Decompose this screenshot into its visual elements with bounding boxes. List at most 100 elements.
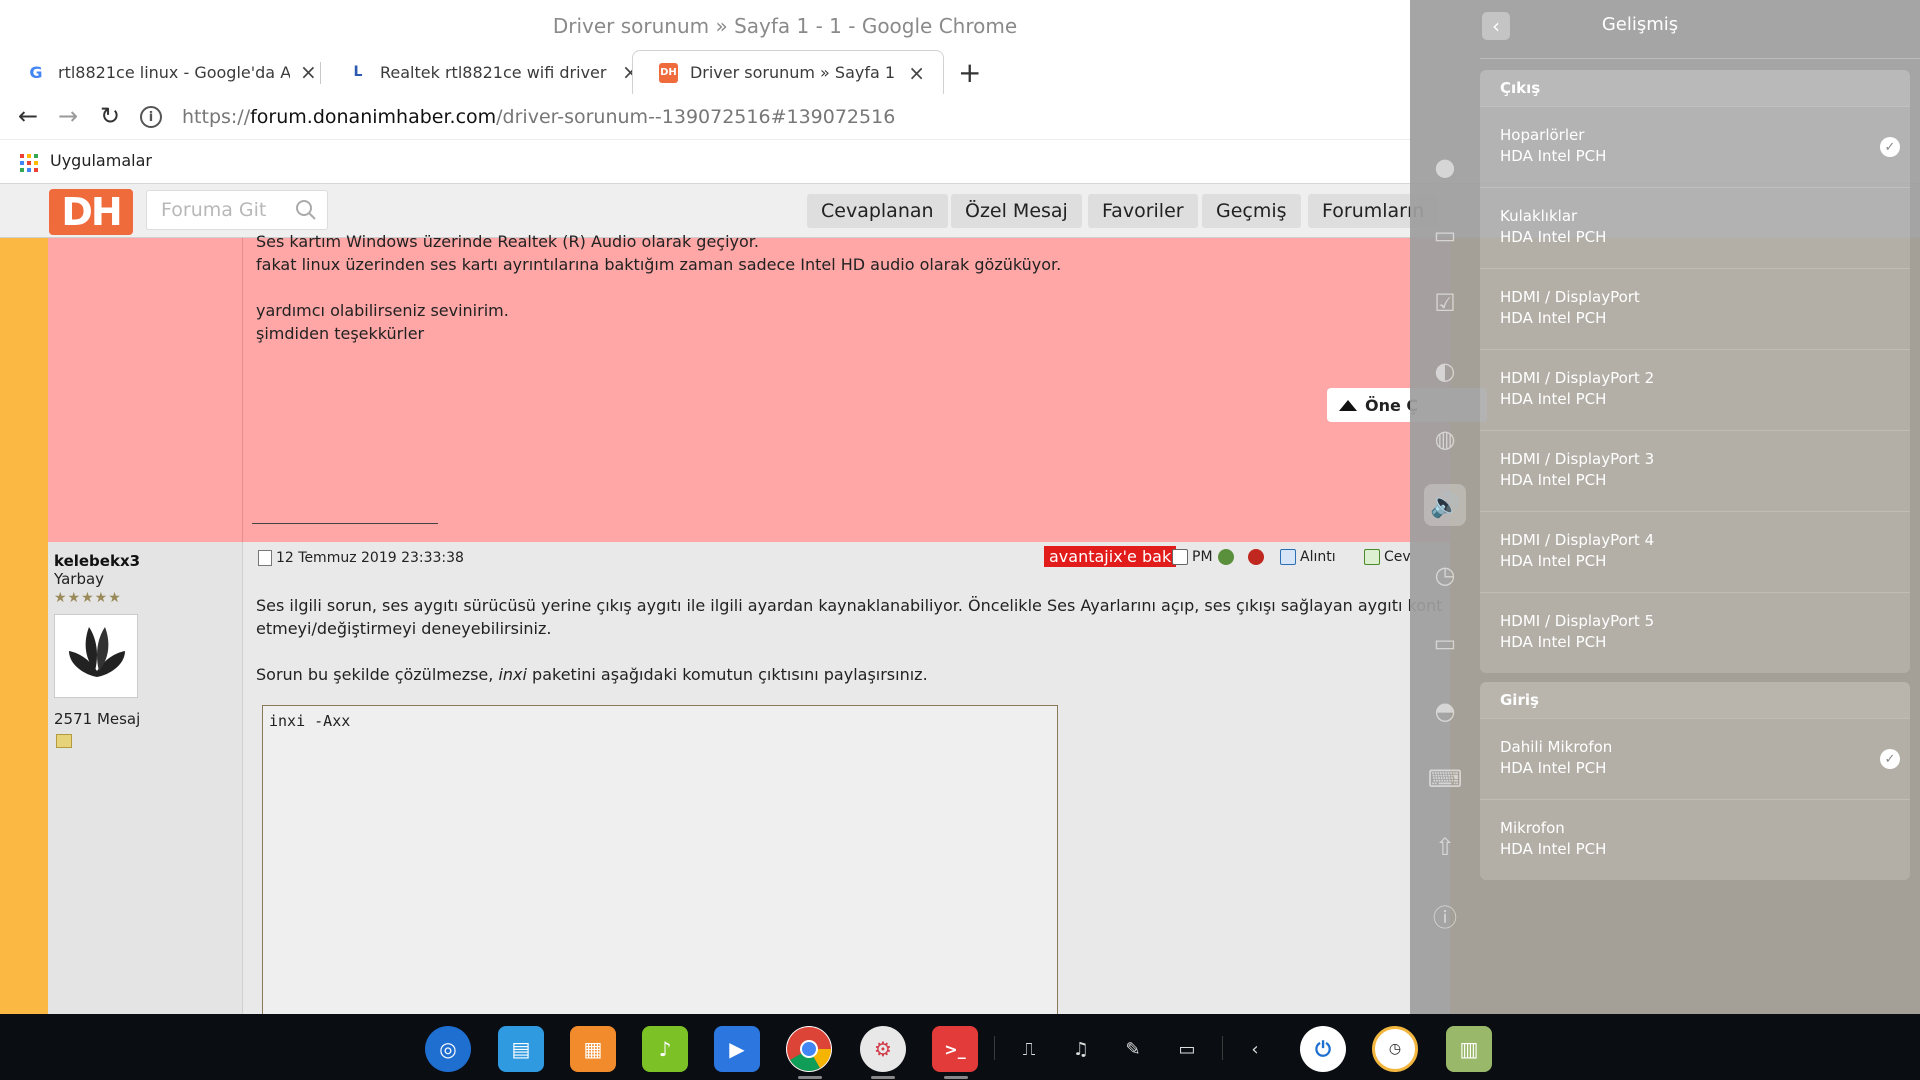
volume-icon[interactable]: ♫ [1066, 1034, 1096, 1064]
code-block[interactable]: inxi -Axx [262, 705, 1058, 1014]
sound-icon[interactable]: 🔊 [1424, 484, 1466, 526]
device-card: HDA Intel PCH [1500, 552, 1607, 570]
terminal-icon[interactable]: >_ [932, 1026, 978, 1072]
device-name: HDMI / DisplayPort [1500, 288, 1640, 306]
avatar[interactable] [54, 614, 138, 698]
close-icon[interactable]: × [908, 61, 925, 85]
collapse-icon[interactable]: ‹ [1240, 1034, 1270, 1064]
author-name[interactable]: kelebekx3 [54, 552, 140, 570]
search-icon[interactable] [295, 199, 317, 221]
default-apps-icon[interactable]: ☑ [1430, 288, 1460, 318]
pm-label: PM [1192, 549, 1213, 565]
sound-settings-panel: ‹ Gelişmiş ● ▭ ☑ ◐ ◍ 🔊 ◷ ▭ ◓ ⌨ ⇧ ⓘ Çıkış… [1410, 0, 1920, 1014]
network-icon[interactable]: ◍ [1430, 424, 1460, 454]
power-settings-icon[interactable]: ▭ [1430, 628, 1460, 658]
time-icon[interactable]: ◷ [1430, 560, 1460, 590]
tab-label: rtl8821ce linux - Google'da Ara [58, 62, 290, 82]
reload-icon[interactable]: ↻ [100, 102, 120, 130]
pm-button[interactable]: PM [1172, 549, 1213, 565]
personalization-icon[interactable]: ◐ [1430, 356, 1460, 386]
battery-icon[interactable]: ▭ [1172, 1034, 1202, 1064]
output-item-kulakliklar[interactable]: Kulaklıklar HDA Intel PCH [1480, 187, 1910, 268]
output-item-hdmi-4[interactable]: HDMI / DisplayPort 4 HDA Intel PCH [1480, 511, 1910, 592]
apps-grid-icon[interactable] [20, 154, 38, 172]
tab-driver-sorunum[interactable]: DH Driver sorunum » Sayfa 1 - 1 × [632, 50, 944, 94]
apps-bookmark[interactable]: Uygulamalar [50, 151, 152, 170]
post-line: Ses ilgili sorun, ses aygıtı sürücüsü ye… [256, 596, 1443, 615]
avantajix-ad-link[interactable]: avantajix'e bak [1044, 546, 1177, 567]
chrome-icon[interactable] [786, 1026, 832, 1072]
trash-icon[interactable]: ▥ [1446, 1026, 1492, 1072]
close-icon[interactable]: × [300, 60, 317, 84]
author-rank: Yarbay [54, 570, 105, 588]
power-icon[interactable]: ⏻ [1300, 1026, 1346, 1072]
calendar-icon [258, 550, 272, 566]
device-card: HDA Intel PCH [1500, 840, 1607, 858]
system-info-icon[interactable]: ⓘ [1430, 900, 1460, 932]
device-card: HDA Intel PCH [1500, 390, 1607, 408]
post-line: etmeyi/değiştirmeyi deneyebilirsiniz. [256, 619, 552, 638]
input-item-dahili-mikrofon[interactable]: Dahili Mikrofon HDA Intel PCH ✓ [1480, 718, 1910, 799]
device-name: Kulaklıklar [1500, 207, 1578, 225]
tab-separator [320, 62, 321, 84]
music-icon[interactable]: ♪ [642, 1026, 688, 1072]
update-icon[interactable]: ⇧ [1430, 832, 1460, 862]
tab-realtek-driver[interactable]: L Realtek rtl8821ce wifi driver pr × [322, 50, 657, 94]
search-placeholder: Foruma Git [161, 199, 267, 221]
post-meta: 12 Temmuz 2019 23:33:38 [258, 550, 464, 566]
rank-stars: ★★★★★ [54, 590, 122, 606]
usb-icon[interactable]: ⎍ [1014, 1034, 1044, 1064]
file-manager-icon[interactable]: ▤ [498, 1026, 544, 1072]
input-item-mikrofon[interactable]: Mikrofon HDA Intel PCH [1480, 799, 1910, 880]
output-item-hoparlorler[interactable]: Hoparlörler HDA Intel PCH ✓ [1480, 106, 1910, 187]
device-name: HDMI / DisplayPort 2 [1500, 369, 1655, 387]
display-icon[interactable]: ▭ [1430, 220, 1460, 250]
app-store-icon[interactable]: ▦ [570, 1026, 616, 1072]
new-tab-button[interactable]: + [958, 56, 981, 89]
settings-icon[interactable]: ⚙ [860, 1026, 906, 1072]
back-arrow-icon[interactable]: ← [18, 102, 38, 130]
add-user-icon [1218, 549, 1234, 565]
reply-icon [1364, 549, 1380, 565]
report-button[interactable] [1248, 549, 1268, 565]
video-icon[interactable]: ▶ [714, 1026, 760, 1072]
taskbar: ◎ ▤ ▦ ♪ ▶ ⚙ >_ ⎍ ♫ ✎ ▭ ‹ ⏻ ◷ ▥ [0, 1014, 1920, 1080]
quote-button[interactable]: Alıntı [1280, 549, 1336, 565]
forum-search-input[interactable]: Foruma Git [146, 190, 328, 230]
nav-favoriler[interactable]: Favoriler [1088, 194, 1198, 228]
forward-arrow-icon[interactable]: → [58, 102, 78, 130]
add-friend-button[interactable] [1218, 549, 1238, 565]
mouse-icon[interactable]: ◓ [1430, 696, 1460, 726]
tab-label: Driver sorunum » Sayfa 1 - 1 [689, 63, 899, 82]
post-line: fakat linux üzerinden ses kartı ayrıntıl… [256, 255, 1062, 274]
nav-ozel-mesaj[interactable]: Özel Mesaj [951, 194, 1082, 228]
device-name: HDMI / DisplayPort 4 [1500, 531, 1655, 549]
output-item-hdmi-5[interactable]: HDMI / DisplayPort 5 HDA Intel PCH [1480, 592, 1910, 673]
device-name: HDMI / DisplayPort 3 [1500, 450, 1655, 468]
output-item-hdmi-1[interactable]: HDMI / DisplayPort HDA Intel PCH [1480, 268, 1910, 349]
panel-divider [1480, 58, 1920, 59]
post-line: Sorun bu şekilde çözülmezse, inxi paketi… [256, 665, 928, 684]
dh-logo[interactable]: DH [49, 189, 133, 235]
output-item-hdmi-2[interactable]: HDMI / DisplayPort 2 HDA Intel PCH [1480, 349, 1910, 430]
nav-gecmis[interactable]: Geçmiş [1202, 194, 1301, 228]
account-icon[interactable]: ● [1430, 152, 1460, 182]
launcher-icon[interactable]: ◎ [425, 1026, 471, 1072]
tab-label: Realtek rtl8821ce wifi driver pr [380, 62, 612, 82]
post-date: 12 Temmuz 2019 23:33:38 [276, 550, 464, 566]
nav-cevaplanan[interactable]: Cevaplanan [807, 194, 948, 228]
reply-button[interactable]: Cev [1364, 549, 1411, 565]
forum-post-question: Ses kartım Windows üzerinde Realtek (R) … [48, 232, 1450, 542]
keyboard-icon[interactable]: ⌨ [1428, 764, 1463, 794]
post-author-column [48, 238, 243, 542]
clock-icon[interactable]: ◷ [1372, 1026, 1418, 1072]
pen-icon[interactable]: ✎ [1118, 1034, 1148, 1064]
post-author-column: kelebekx3 Yarbay ★★★★★ 2571 Mesaj [48, 542, 243, 1014]
taskbar-separator [1222, 1036, 1223, 1060]
output-header: Çıkış [1480, 70, 1910, 106]
output-item-hdmi-3[interactable]: HDMI / DisplayPort 3 HDA Intel PCH [1480, 430, 1910, 511]
tab-google-search[interactable]: G rtl8821ce linux - Google'da Ara × [0, 50, 335, 94]
post-line: şimdiden teşekkürler [256, 324, 425, 343]
site-info-icon[interactable]: i [140, 106, 162, 128]
report-icon [1248, 549, 1264, 565]
